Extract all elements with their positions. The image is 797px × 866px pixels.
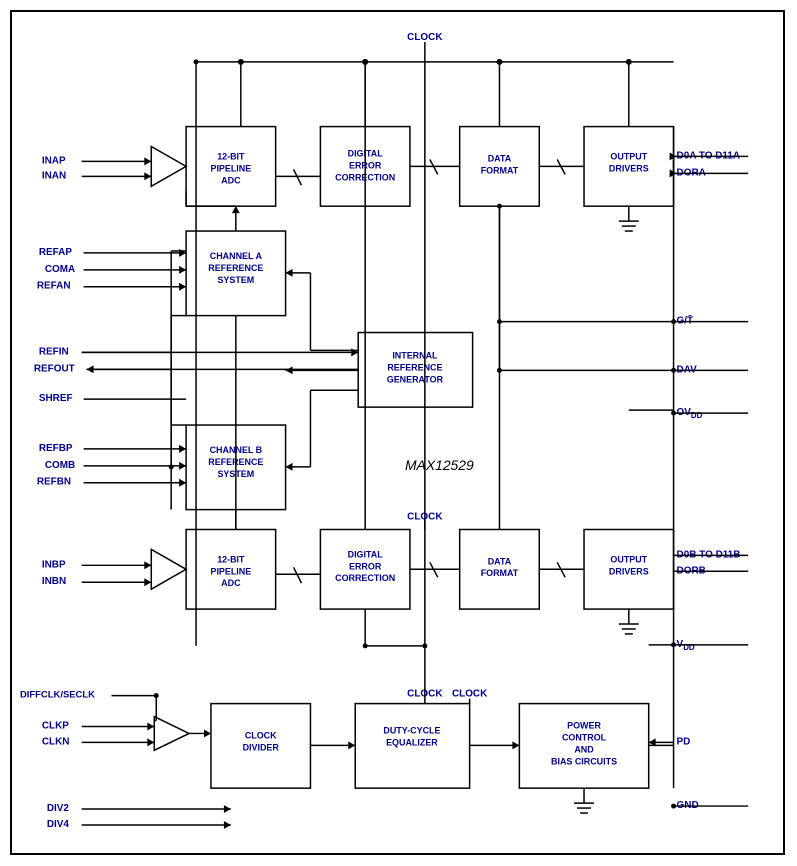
svg-text:CLKP: CLKP [42, 720, 69, 731]
clock-top-label: CLOCK [407, 32, 443, 43]
svg-text:INBP: INBP [42, 559, 66, 570]
svg-text:INAN: INAN [42, 170, 66, 181]
svg-text:FORMAT: FORMAT [481, 165, 519, 175]
svg-text:DIV4: DIV4 [47, 819, 70, 830]
svg-text:REFBN: REFBN [37, 477, 71, 488]
svg-text:SHREF: SHREF [39, 393, 73, 404]
circuit-diagram: CLOCK 12-BIT PIPELINE ADC DIGITAL ERROR … [12, 12, 783, 853]
svg-text:CONTROL: CONTROL [562, 732, 607, 742]
svg-text:REFERENCE: REFERENCE [387, 362, 442, 372]
svg-text:DUTY-CYCLE: DUTY-CYCLE [383, 725, 440, 735]
svg-text:FORMAT: FORMAT [481, 568, 519, 578]
svg-text:CLOCK: CLOCK [452, 689, 488, 700]
svg-text:EQUALIZER: EQUALIZER [386, 737, 438, 747]
svg-text:DRIVERS: DRIVERS [609, 566, 649, 576]
svg-text:REFERENCE: REFERENCE [208, 263, 263, 273]
svg-text:ADC: ADC [221, 175, 241, 185]
svg-text:PIPELINE: PIPELINE [210, 566, 251, 576]
svg-text:COMA: COMA [45, 264, 75, 275]
svg-text:COMB: COMB [45, 460, 75, 471]
svg-text:ADC: ADC [221, 578, 241, 588]
svg-text:REFAN: REFAN [37, 281, 71, 292]
svg-text:DATA: DATA [488, 556, 512, 566]
svg-text:PIPELINE: PIPELINE [210, 163, 251, 173]
svg-text:INAP: INAP [42, 155, 66, 166]
svg-text:CLKN: CLKN [42, 736, 70, 747]
svg-text:AND: AND [574, 744, 594, 754]
svg-text:BIAS CIRCUITS: BIAS CIRCUITS [551, 756, 617, 766]
svg-text:DIFFCLK/SECLK: DIFFCLK/SECLK [20, 690, 95, 701]
svg-text:CHANNEL A: CHANNEL A [210, 251, 263, 261]
svg-text:PD: PD [677, 736, 691, 747]
svg-text:SYSTEM: SYSTEM [217, 275, 254, 285]
svg-text:OUTPUT: OUTPUT [610, 151, 647, 161]
chip-label: MAX12529 [405, 457, 474, 473]
svg-text:DRIVERS: DRIVERS [609, 163, 649, 173]
svg-text:OUTPUT: OUTPUT [610, 554, 647, 564]
svg-text:INBN: INBN [42, 576, 66, 587]
svg-text:CLOCK: CLOCK [245, 730, 277, 740]
svg-text:DIGITAL: DIGITAL [348, 549, 384, 559]
svg-text:ERROR: ERROR [349, 561, 382, 571]
svg-text:DATA: DATA [488, 153, 512, 163]
svg-text:DIV2: DIV2 [47, 803, 70, 814]
svg-text:DIVIDER: DIVIDER [243, 742, 280, 752]
svg-text:12-BIT: 12-BIT [217, 151, 245, 161]
svg-text:REFAP: REFAP [39, 247, 73, 258]
svg-text:POWER: POWER [567, 720, 601, 730]
diagram-container: CLOCK 12-BIT PIPELINE ADC DIGITAL ERROR … [10, 10, 785, 855]
svg-text:GENERATOR: GENERATOR [387, 374, 444, 384]
svg-text:12-BIT: 12-BIT [217, 554, 245, 564]
svg-text:REFOUT: REFOUT [34, 363, 75, 374]
svg-text:REFIN: REFIN [39, 346, 69, 357]
svg-text:CORRECTION: CORRECTION [335, 573, 395, 583]
svg-text:INTERNAL: INTERNAL [392, 350, 438, 360]
svg-text:REFBP: REFBP [39, 443, 73, 454]
